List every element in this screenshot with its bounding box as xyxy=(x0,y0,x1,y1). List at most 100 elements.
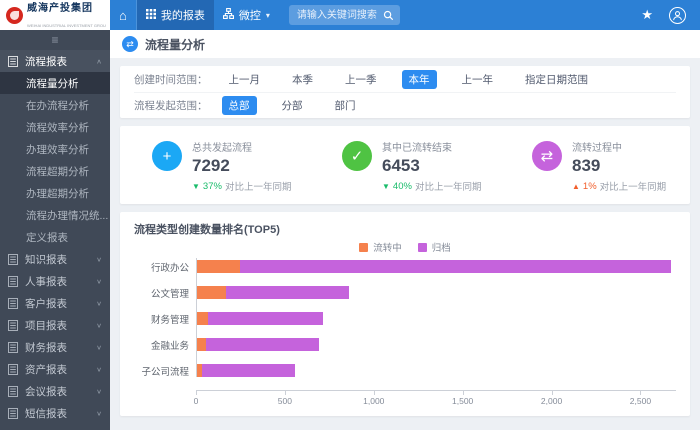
legend-label: 归档 xyxy=(432,240,451,254)
chart-bar-track xyxy=(197,338,676,351)
sidebar-group[interactable]: 财务报表 ∨ xyxy=(0,336,110,358)
report-folder-icon xyxy=(8,276,19,287)
sidebar-group-label: 资产报表 xyxy=(25,362,67,377)
chart-bar-row: 金融业务 xyxy=(135,338,676,351)
report-folder-icon xyxy=(8,342,19,353)
search-input[interactable] xyxy=(291,6,383,24)
sidebar-item[interactable]: 在办流程分析 xyxy=(0,94,110,116)
chart-panel: 流程类型创建数量排名(TOP5) 流转中 归档 行政办公公文管理财务管理金融业务子… xyxy=(120,212,690,416)
sidebar-group[interactable]: 短信报表∨ xyxy=(0,402,110,424)
stat-label: 流转过程中 xyxy=(572,139,666,154)
legend-label: 流转中 xyxy=(373,240,402,254)
chevron-down-icon: ∨ xyxy=(96,365,102,372)
legend-item[interactable]: 流转中 xyxy=(359,240,402,254)
sidebar-group[interactable]: 资产报表 ∨ xyxy=(0,358,110,380)
axis-tick xyxy=(552,391,553,395)
sidebar-item[interactable]: 流程办理情况统... xyxy=(0,204,110,226)
filter-option[interactable]: 上一年 xyxy=(455,70,501,89)
chart-bar-segment xyxy=(206,338,320,351)
tab-my-reports[interactable]: 我的报表 xyxy=(137,0,214,30)
filter-option[interactable]: 本季 xyxy=(285,70,320,89)
chevron-down-icon: ∨ xyxy=(96,255,102,262)
stat-value: 839 xyxy=(572,156,666,176)
chevron-down-icon: ∨ xyxy=(96,343,102,350)
delta-arrow-icon: ▲ xyxy=(572,182,580,191)
sidebar-group[interactable]: 会议报表 ∨ xyxy=(0,380,110,402)
filter-option[interactable]: 分部 xyxy=(275,96,310,115)
chart-bar-track xyxy=(197,286,676,299)
sidebar-item[interactable]: 定义报表 xyxy=(0,226,110,248)
sidebar-group[interactable]: 流程报表∧ xyxy=(0,50,110,72)
sidebar-group-label: 流程报表 xyxy=(25,54,67,69)
report-folder-icon xyxy=(8,320,19,331)
chart-legend: 流转中 归档 xyxy=(134,240,676,254)
sidebar-item[interactable]: 流程超期分析 xyxy=(0,160,110,182)
stats-row: +总共发起流程7292▼37%对比上一年同期✓其中已流转结束6453▼40%对比… xyxy=(120,139,690,193)
user-avatar[interactable] xyxy=(669,7,686,24)
sidebar: ≡ 流程报表∧流程量分析在办流程分析流程效率分析办理效率分析流程超期分析办理超期… xyxy=(0,30,110,430)
report-folder-icon xyxy=(8,298,19,309)
analysis-badge-icon: ⇄ xyxy=(122,36,138,52)
filter-option[interactable]: 部门 xyxy=(328,96,363,115)
legend-item[interactable]: 归档 xyxy=(418,240,451,254)
chart-bar-row: 行政办公 xyxy=(135,260,676,273)
stat-value: 7292 xyxy=(192,156,291,176)
sidebar-group[interactable]: 客户报表∨ xyxy=(0,292,110,314)
legend-swatch xyxy=(359,243,368,252)
sidebar-item[interactable]: 流程效率分析 xyxy=(0,116,110,138)
chevron-down-icon: ∨ xyxy=(96,387,102,394)
sitemap-icon xyxy=(223,8,234,22)
chart-bar-segment xyxy=(202,364,294,377)
sidebar-item[interactable]: 流程量分析 xyxy=(0,72,110,94)
chart-bar-segment xyxy=(197,312,208,325)
filter-option[interactable]: 总部 xyxy=(222,96,257,115)
module-dropdown[interactable]: 微控 ▾ xyxy=(214,0,279,30)
chart-bar-row: 公文管理 xyxy=(135,286,676,299)
chart-bar-track xyxy=(197,312,676,325)
top-header: 威海产投集团 WEIHAI INDUSTRIAL INVESTMENT GROU… xyxy=(0,0,700,30)
logo[interactable]: 威海产投集团 WEIHAI INDUSTRIAL INVESTMENT GROU… xyxy=(0,0,110,30)
chart-bar-segment xyxy=(197,338,206,351)
check-icon: ✓ xyxy=(342,141,372,171)
sidebar-group[interactable]: 知识报表 ∨ xyxy=(0,248,110,270)
filter-option[interactable]: 本年 xyxy=(402,70,437,89)
axis-tick-label: 1,500 xyxy=(452,396,473,406)
logo-title: 威海产投集团 xyxy=(27,3,93,14)
sidebar-group-label: 财务报表 xyxy=(25,340,67,355)
chart-bar-segment xyxy=(197,286,226,299)
home-button[interactable]: ⌂ xyxy=(110,0,136,30)
filter-option[interactable]: 上一月 xyxy=(222,70,268,89)
stat-label: 总共发起流程 xyxy=(192,139,291,154)
legend-swatch xyxy=(418,243,427,252)
axis-tick-label: 0 xyxy=(194,396,199,406)
stat-block: ⇄流转过程中839▲1%对比上一年同期 xyxy=(500,139,690,193)
filter-option[interactable]: 指定日期范围 xyxy=(518,70,595,89)
filter-option[interactable]: 上一季 xyxy=(338,70,384,89)
page-title: 流程量分析 xyxy=(145,36,205,53)
delta-percent: 37% xyxy=(203,181,222,192)
sidebar-collapse-button[interactable]: ≡ xyxy=(0,30,110,50)
sidebar-group[interactable]: 项目报表∨ xyxy=(0,314,110,336)
search-icon[interactable] xyxy=(383,10,394,21)
chart-rows: 行政办公公文管理财务管理金融业务子公司流程 xyxy=(196,258,676,377)
sidebar-group-label: 会议报表 xyxy=(25,384,67,399)
axis-tick xyxy=(640,391,641,395)
delta-percent: 40% xyxy=(393,181,412,192)
chart-category-label: 行政办公 xyxy=(135,260,197,274)
sidebar-item[interactable]: 办理效率分析 xyxy=(0,138,110,160)
chart-title: 流程类型创建数量排名(TOP5) xyxy=(134,221,676,237)
axis-tick xyxy=(196,391,197,395)
sidebar-group-label: 知识报表 xyxy=(25,252,67,267)
sidebar-group[interactable]: 人事报表∨ xyxy=(0,270,110,292)
delta-compare-label: 对比上一年同期 xyxy=(225,179,292,193)
sidebar-item[interactable]: 办理超期分析 xyxy=(0,182,110,204)
chevron-down-icon: ∨ xyxy=(96,409,102,416)
home-icon: ⌂ xyxy=(119,8,127,23)
chart-x-axis: 05001,0001,5002,0002,500 xyxy=(196,390,676,408)
page-header: ⇄ 流程量分析 xyxy=(110,30,700,58)
stat-block: ✓其中已流转结束6453▼40%对比上一年同期 xyxy=(310,139,500,193)
favorite-star-icon[interactable]: ★ xyxy=(641,7,653,23)
axis-tick-label: 500 xyxy=(278,396,292,406)
report-folder-icon xyxy=(8,364,19,375)
chart-bar-segment xyxy=(197,260,240,273)
